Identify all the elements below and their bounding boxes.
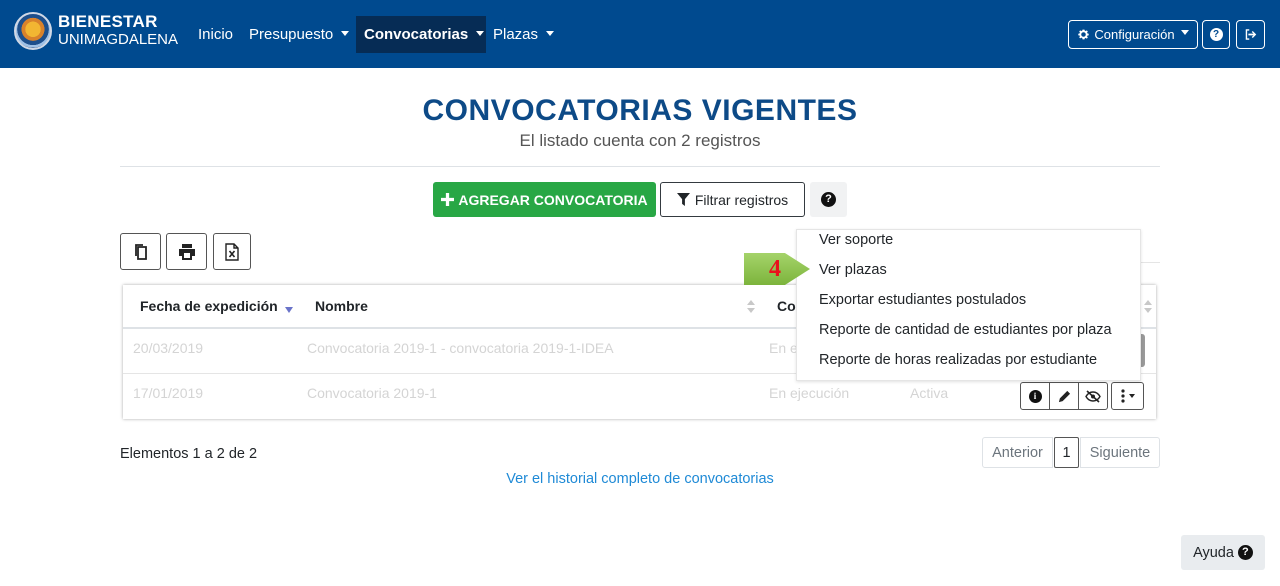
add-convocatoria-label: AGREGAR CONVOCATORIA — [458, 191, 648, 208]
help-button[interactable]: ? — [810, 182, 847, 217]
filter-label: Filtrar registros — [694, 191, 789, 208]
add-convocatoria-button[interactable]: AGREGAR CONVOCATORIA — [433, 182, 656, 217]
row1-nombre: Convocatoria 2019-1 - convocatoria 2019-… — [307, 340, 614, 356]
gear-icon — [1078, 29, 1090, 40]
column-header-estado[interactable]: Co — [777, 285, 796, 328]
pagination-prev[interactable]: Anterior — [982, 437, 1053, 468]
copy-button[interactable] — [120, 233, 161, 270]
row2-actions: i — [1020, 382, 1144, 410]
step-callout-number: 4 — [769, 256, 781, 282]
row2-activa: Activa — [910, 385, 949, 401]
chevron-down-icon — [1129, 394, 1135, 398]
row1-estado: En e — [769, 340, 798, 356]
chevron-down-icon — [1180, 30, 1189, 35]
excel-file-icon — [225, 242, 239, 261]
pencil-icon — [1058, 390, 1070, 402]
edit-button[interactable] — [1049, 382, 1079, 410]
history-link[interactable]: Ver el historial completo de convocatori… — [0, 471, 1280, 487]
sign-out-icon — [1245, 29, 1256, 40]
column-header-fecha[interactable]: Fecha de expedición — [140, 285, 278, 328]
sort-desc-icon — [285, 307, 293, 313]
divider — [120, 166, 1160, 167]
row2-fecha: 17/01/2019 — [133, 385, 204, 401]
ayuda-label: Ayuda — [1193, 544, 1234, 561]
more-actions-button[interactable] — [1111, 382, 1144, 410]
nav-presupuesto[interactable]: Presupuesto — [241, 16, 357, 53]
menu-item-exportar-estudiantes[interactable]: Exportar estudiantes postulados — [819, 292, 1026, 308]
sort-icon — [1144, 300, 1152, 314]
menu-item-ver-soporte[interactable]: Ver soporte — [819, 232, 893, 248]
pagination-page-1[interactable]: 1 — [1054, 437, 1079, 468]
logout-button[interactable] — [1236, 20, 1265, 49]
nav-inicio[interactable]: Inicio — [190, 16, 241, 53]
print-button[interactable] — [166, 233, 207, 270]
chevron-down-icon — [341, 30, 350, 36]
question-icon: ? — [1237, 545, 1253, 560]
more-vertical-icon — [1121, 389, 1125, 403]
sort-icon — [747, 300, 755, 314]
divider — [1141, 262, 1160, 263]
plus-icon — [441, 193, 455, 206]
ayuda-button[interactable]: Ayuda ? — [1181, 535, 1265, 570]
menu-item-reporte-cantidad[interactable]: Reporte de cantidad de estudiantes por p… — [819, 322, 1112, 338]
page-title: CONVOCATORIAS VIGENTES — [422, 94, 858, 127]
page-subtitle: El listado cuenta con 2 registros — [519, 131, 761, 150]
pagination-info: Elementos 1 a 2 de 2 — [120, 446, 258, 462]
pagination-next[interactable]: Siguiente — [1080, 437, 1160, 468]
menu-item-ver-plazas[interactable]: Ver plazas — [819, 262, 887, 278]
university-logo — [14, 12, 52, 50]
question-icon: ? — [821, 192, 836, 207]
row2-estado: En ejecución — [769, 385, 850, 401]
chevron-down-icon — [476, 30, 485, 36]
help-nav-button[interactable]: ? — [1202, 20, 1230, 49]
configuracion-button[interactable]: Configuración — [1068, 20, 1198, 49]
column-header-nombre[interactable]: Nombre — [315, 285, 368, 328]
filter-icon — [676, 193, 690, 206]
copy-icon — [134, 243, 147, 260]
nav-plazas[interactable]: Plazas — [485, 16, 562, 53]
hide-button[interactable] — [1078, 382, 1108, 410]
brand-subtitle: UNIMAGDALENA — [58, 31, 179, 48]
menu-item-reporte-horas[interactable]: Reporte de horas realizadas por estudian… — [819, 352, 1097, 368]
print-icon — [178, 243, 195, 260]
chevron-down-icon — [546, 30, 555, 36]
brand-title: BIENESTAR — [58, 12, 158, 31]
info-icon: i — [1028, 389, 1042, 403]
nav-convocatorias[interactable]: Convocatorias — [356, 16, 486, 53]
row2-nombre: Convocatoria 2019-1 — [307, 385, 437, 401]
row1-fecha: 20/03/2019 — [133, 340, 204, 356]
filter-button[interactable]: Filtrar registros — [660, 182, 805, 217]
question-icon: ? — [1209, 28, 1223, 41]
excel-export-button[interactable] — [213, 233, 251, 270]
top-navbar: BIENESTAR UNIMAGDALENA Inicio Presupuest… — [0, 0, 1280, 68]
actions-dropdown-menu: Ver soporte Ver plazas Exportar estudian… — [796, 229, 1141, 381]
configuracion-label: Configuración — [1094, 27, 1175, 42]
eye-slash-icon — [1085, 389, 1101, 403]
info-button[interactable]: i — [1020, 382, 1050, 410]
brand[interactable]: BIENESTAR UNIMAGDALENA — [14, 12, 178, 50]
